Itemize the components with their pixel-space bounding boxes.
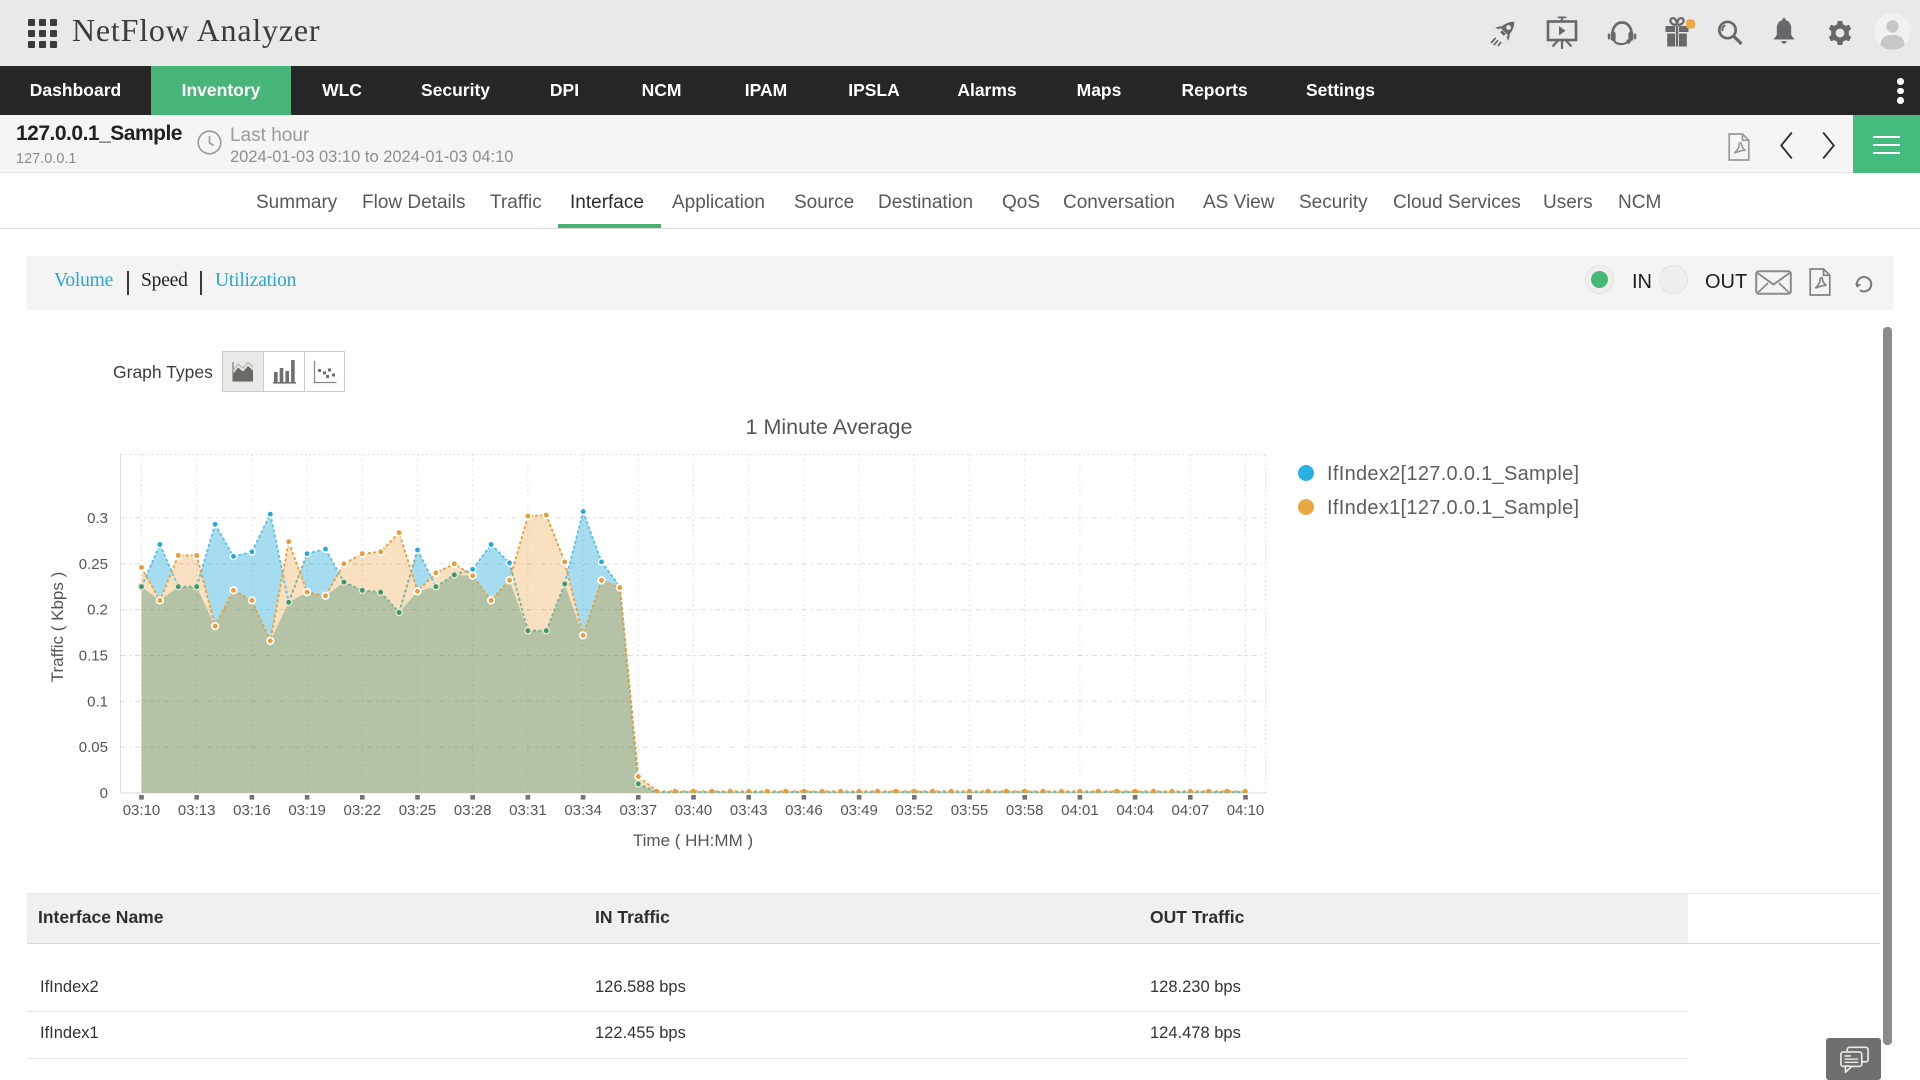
svg-text:03:40: 03:40: [675, 802, 713, 819]
svg-text:0.1: 0.1: [87, 693, 108, 710]
svg-text:03:58: 03:58: [1006, 802, 1044, 819]
svg-text:03:22: 03:22: [344, 802, 382, 819]
svg-text:03:46: 03:46: [785, 802, 823, 819]
svg-text:1 Minute Average: 1 Minute Average: [746, 415, 913, 439]
svg-text:04:01: 04:01: [1061, 802, 1099, 819]
svg-text:IfIndex2[127.0.0.1_Sample]: IfIndex2[127.0.0.1_Sample]: [1327, 463, 1579, 485]
svg-text:03:16: 03:16: [233, 802, 271, 819]
svg-text:03:55: 03:55: [951, 802, 989, 819]
svg-text:03:31: 03:31: [509, 802, 547, 819]
svg-text:Time ( HH:MM ): Time ( HH:MM ): [633, 831, 753, 850]
svg-text:0.2: 0.2: [87, 602, 108, 619]
svg-text:0.25: 0.25: [79, 556, 108, 573]
svg-text:Traffic ( Kbps ): Traffic ( Kbps ): [48, 572, 67, 683]
svg-text:03:10: 03:10: [123, 802, 161, 819]
svg-text:04:10: 04:10: [1227, 802, 1265, 819]
svg-text:IfIndex1[127.0.0.1_Sample]: IfIndex1[127.0.0.1_Sample]: [1327, 497, 1579, 519]
svg-text:03:13: 03:13: [178, 802, 216, 819]
svg-text:03:25: 03:25: [399, 802, 437, 819]
svg-text:03:37: 03:37: [620, 802, 658, 819]
svg-text:03:34: 03:34: [564, 802, 602, 819]
svg-text:0.3: 0.3: [87, 510, 108, 527]
svg-text:03:28: 03:28: [454, 802, 492, 819]
svg-text:0.15: 0.15: [79, 648, 108, 665]
svg-text:04:04: 04:04: [1116, 802, 1154, 819]
svg-text:03:52: 03:52: [896, 802, 934, 819]
svg-text:0.05: 0.05: [79, 739, 108, 756]
svg-text:03:19: 03:19: [288, 802, 326, 819]
svg-text:03:43: 03:43: [730, 802, 768, 819]
svg-text:04:07: 04:07: [1172, 802, 1210, 819]
svg-text:03:49: 03:49: [840, 802, 878, 819]
svg-text:0: 0: [100, 785, 108, 802]
